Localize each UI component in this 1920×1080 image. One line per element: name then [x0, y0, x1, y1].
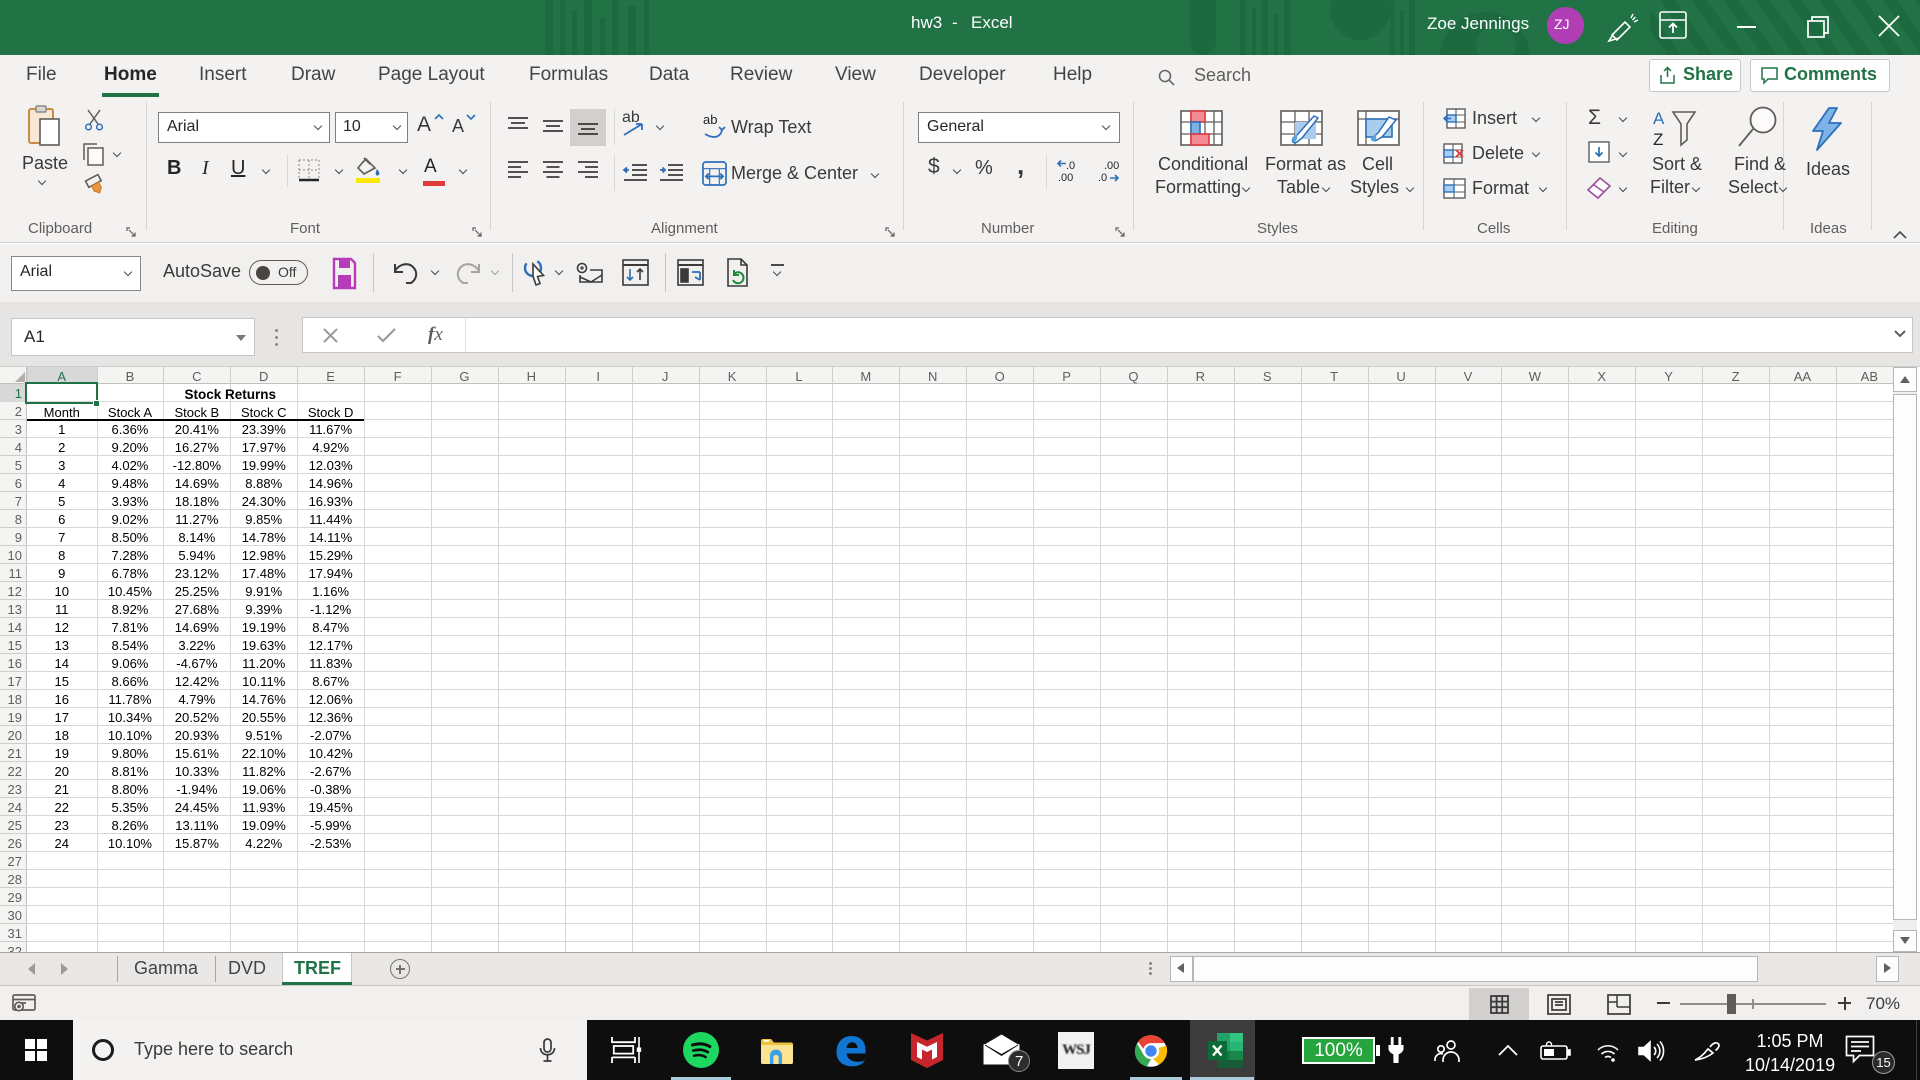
svg-text:ab: ab [703, 112, 717, 127]
svg-text:A: A [1653, 109, 1665, 128]
svg-text:Z: Z [1653, 130, 1663, 149]
svg-text:.0: .0 [1098, 172, 1107, 184]
svg-text:.00: .00 [1058, 172, 1073, 184]
svg-text:.0: .0 [1066, 160, 1075, 172]
svg-text:.00: .00 [1104, 160, 1119, 172]
